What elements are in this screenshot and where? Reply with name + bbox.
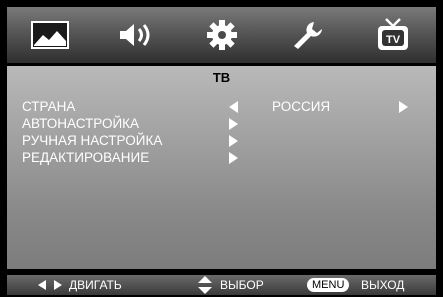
menu-item-label: АВТОНАСТРОЙКА (22, 116, 140, 131)
menu-key-badge: MENU (307, 278, 350, 292)
menu-item-label: СТРАНА (22, 99, 76, 114)
right-arrow-icon (229, 152, 238, 164)
tab-tv[interactable]: TV (350, 7, 436, 63)
menu-item-manual-tuning[interactable]: РУЧНАЯ НАСТРОЙКА (22, 133, 432, 149)
menu-item-edit[interactable]: РЕДАКТИРОВАНИЕ (22, 150, 432, 166)
menu-item-country[interactable]: СТРАНА РОССИЯ (22, 99, 432, 115)
menu-item-auto-tuning[interactable]: АВТОНАСТРОЙКА (22, 116, 432, 132)
country-value: РОССИЯ (272, 99, 331, 114)
menu-item-label: РЕДАКТИРОВАНИЕ (22, 150, 150, 165)
picture-icon (31, 21, 69, 49)
tab-tools[interactable] (265, 7, 351, 63)
tv-osd-menu: TV ТВ СТРАНА РОССИЯ АВТОНАСТРОЙКА РУЧНАЯ… (0, 0, 443, 297)
tab-sound[interactable] (93, 7, 179, 63)
tv-menu-panel: ТВ СТРАНА РОССИЯ АВТОНАСТРОЙКА РУЧНАЯ НА… (7, 66, 436, 269)
category-tabs: TV (7, 7, 436, 63)
left-arrow-icon[interactable] (229, 101, 238, 113)
left-right-arrows-icon (38, 280, 62, 290)
hint-bar: ДВИГАТЬ ВЫБОР MENU ВЫХОД (7, 275, 436, 295)
hint-exit: ВЫХОД (361, 278, 405, 292)
hint-select: ВЫБОР (220, 278, 264, 292)
tv-icon: TV (378, 18, 408, 50)
right-arrow-icon[interactable] (399, 101, 408, 113)
menu-item-label: РУЧНАЯ НАСТРОЙКА (22, 133, 163, 148)
right-arrow-icon (229, 118, 238, 130)
right-arrow-icon (229, 135, 238, 147)
wrench-icon (294, 22, 322, 49)
speaker-icon (120, 24, 150, 46)
tab-picture[interactable] (7, 7, 93, 63)
hint-move: ДВИГАТЬ (69, 278, 122, 292)
gear-icon (207, 20, 237, 50)
tab-settings[interactable] (179, 7, 265, 63)
svg-text:TV: TV (386, 34, 401, 46)
page-title: ТВ (212, 70, 231, 85)
up-down-arrows-icon (198, 276, 212, 294)
